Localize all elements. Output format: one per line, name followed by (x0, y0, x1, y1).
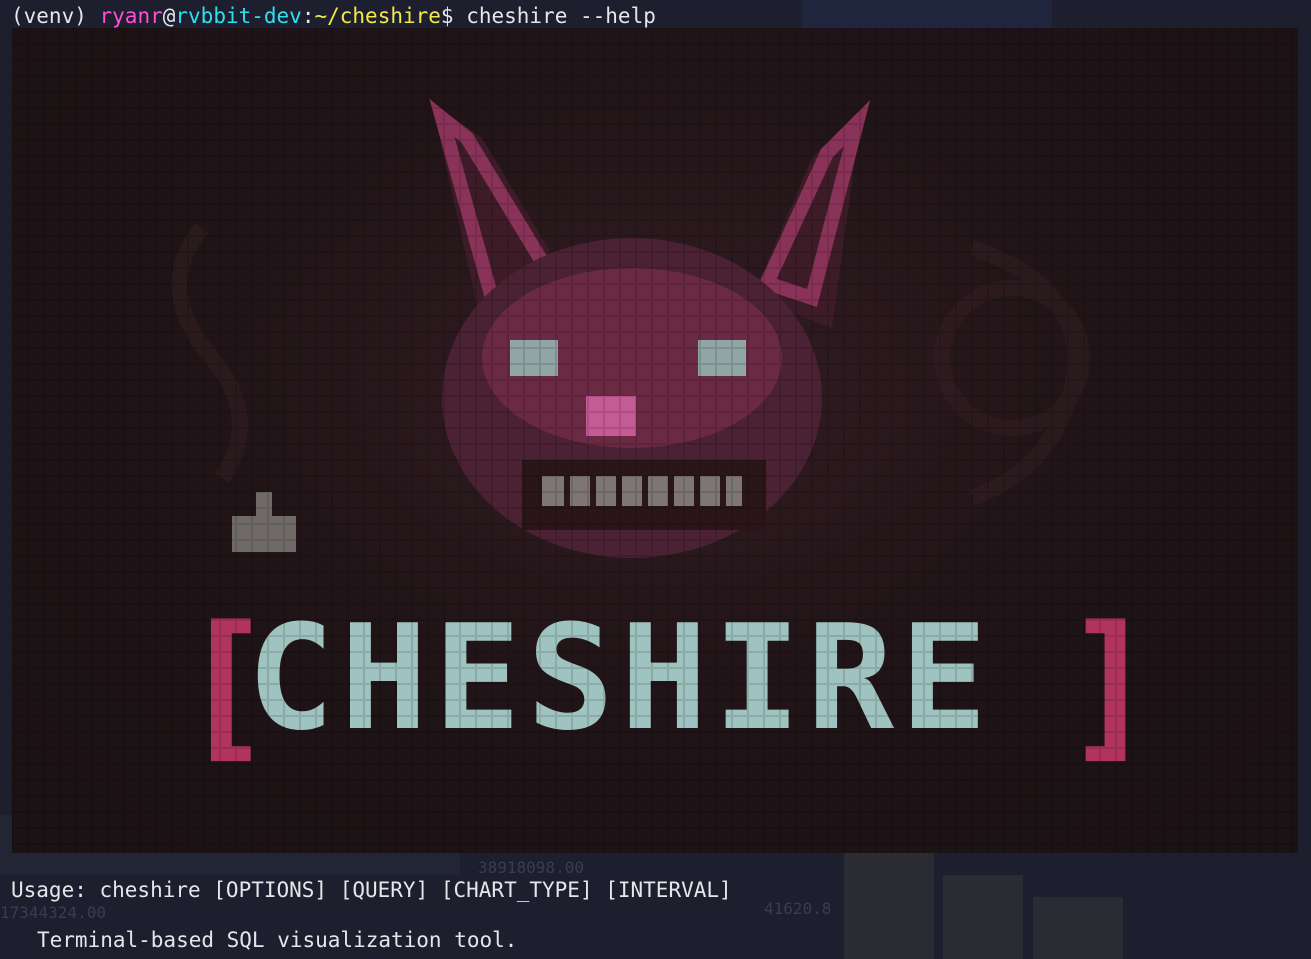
background-bar (844, 852, 934, 959)
prompt-host: rvbbit-dev (175, 4, 302, 28)
usage-text: Usage: cheshire [OPTIONS] [QUERY] [CHART… (11, 878, 732, 902)
background-bar (943, 875, 1023, 959)
terminal-window[interactable]: 38918098.00 17344324.00 41620.8 (venv) r… (0, 0, 1311, 959)
prompt-dollar: $ (440, 4, 467, 28)
prompt-command: cheshire --help (466, 4, 656, 28)
banner-image: [ CHESHIRE ] (12, 28, 1298, 853)
background-bar (1033, 897, 1123, 959)
background-number: 41620.8 (764, 899, 832, 918)
prompt-colon: : (301, 4, 315, 28)
prompt-path: ~/cheshire (314, 4, 441, 28)
background-number: 38918098.00 (478, 858, 584, 877)
background-number: 17344324.00 (0, 903, 106, 922)
shell-prompt: (venv) ryanr@rvbbit-dev:~/cheshire$ ches… (11, 2, 656, 30)
prompt-at: @ (162, 4, 176, 28)
cheshire-cat-logo: [ CHESHIRE ] (12, 28, 1298, 853)
prompt-venv: (venv) (11, 4, 100, 28)
prompt-user: ryanr (99, 4, 163, 28)
description-text: Terminal-based SQL visualization tool. (37, 928, 518, 952)
background-panel (802, 0, 1052, 28)
